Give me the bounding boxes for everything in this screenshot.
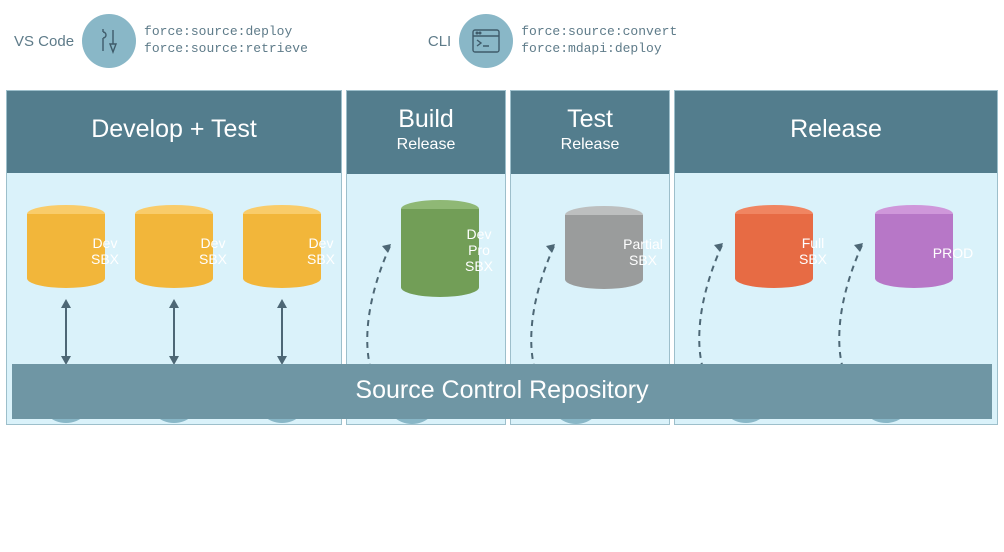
pipeline-diagram: Develop + Test Dev SBX Dev SBX Dev SBX — [6, 90, 998, 425]
legend-cli: CLI force:source:convert force:mdapi:dep… — [428, 14, 677, 68]
phase-header: Test Release — [511, 91, 669, 174]
cmd-text: force:source:convert — [521, 24, 677, 41]
arrow-bidirectional — [173, 307, 175, 357]
db-label: Partial SBX — [604, 236, 682, 268]
terminal-icon — [459, 14, 513, 68]
db-full-sbx: Full SBX — [735, 205, 813, 297]
db-label: Dev Pro SBX — [440, 226, 518, 274]
phase-title: Build — [351, 105, 501, 134]
db-dev-pro-sbx: Dev Pro SBX — [401, 200, 479, 306]
legend-vscode-label: VS Code — [14, 33, 74, 50]
tools-icon — [82, 14, 136, 68]
legend-cli-cmds: force:source:convert force:mdapi:deploy — [521, 24, 677, 58]
db-label: PROD — [914, 245, 992, 261]
legend-vscode: VS Code force:source:deploy force:source… — [14, 14, 308, 68]
cmd-text: force:source:retrieve — [144, 41, 308, 58]
phase-subtitle: Release — [351, 136, 501, 154]
arrow-bidirectional — [281, 307, 283, 357]
phase-header: Build Release — [347, 91, 505, 174]
cmd-text: force:source:deploy — [144, 24, 308, 41]
db-label: Full SBX — [774, 235, 852, 267]
legend-vscode-cmds: force:source:deploy force:source:retriev… — [144, 24, 308, 58]
phase-header: Release — [675, 91, 997, 173]
legend-cli-label: CLI — [428, 33, 451, 50]
db-dev-sbx: Dev SBX — [135, 205, 213, 297]
phase-title: Release — [679, 115, 993, 144]
source-control-repository: Source Control Repository — [12, 364, 992, 419]
db-label: Dev SBX — [66, 235, 144, 267]
db-dev-sbx: Dev SBX — [243, 205, 321, 297]
db-dev-sbx: Dev SBX — [27, 205, 105, 297]
phase-header: Develop + Test — [7, 91, 341, 173]
cmd-text: force:mdapi:deploy — [521, 41, 677, 58]
db-label: Dev SBX — [174, 235, 252, 267]
db-partial-sbx: Partial SBX — [565, 206, 643, 298]
arrow-bidirectional — [65, 307, 67, 357]
legend: VS Code force:source:deploy force:source… — [0, 0, 1004, 68]
repo-label: Source Control Repository — [355, 376, 648, 404]
db-prod: PROD — [875, 205, 953, 297]
phase-title: Develop + Test — [11, 115, 337, 144]
phase-subtitle: Release — [515, 136, 665, 154]
phase-title: Test — [515, 105, 665, 134]
